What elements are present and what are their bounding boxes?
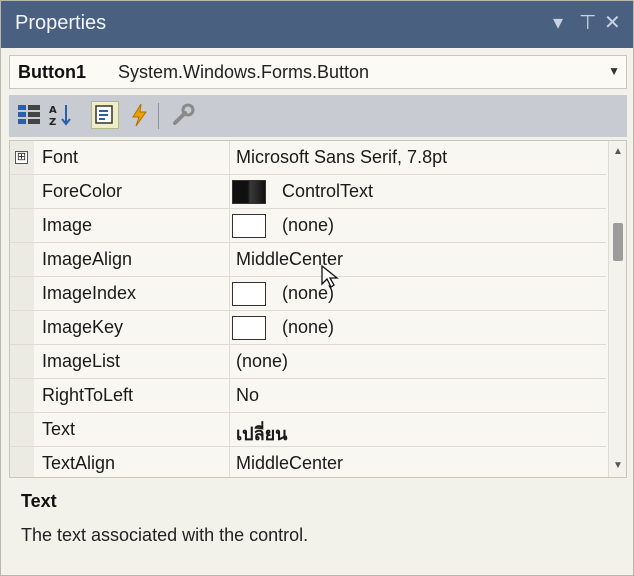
close-button[interactable]: ✕ [604, 10, 621, 35]
svg-text:Z: Z [49, 117, 56, 128]
svg-text:A: A [49, 105, 57, 116]
property-name: ImageIndex [42, 283, 137, 303]
property-grid: ⊞ Font Microsoft Sans Serif, 7.8pt ForeC… [9, 140, 627, 478]
image-preview-box [232, 214, 266, 238]
property-pages-icon[interactable] [169, 101, 197, 129]
property-row-font[interactable]: ⊞ Font Microsoft Sans Serif, 7.8pt [10, 141, 606, 175]
property-row-forecolor[interactable]: ForeColor ControlText [10, 175, 606, 209]
description-text: The text associated with the control. [21, 525, 309, 545]
toolbar-separator [158, 103, 159, 129]
property-name: ImageList [42, 351, 121, 371]
object-selector[interactable]: Button1 System.Windows.Forms.Button ▼ [9, 55, 627, 89]
panel-title: Properties [15, 12, 107, 34]
color-swatch [232, 180, 266, 204]
scroll-down-arrow-icon[interactable]: ▼ [613, 460, 623, 471]
events-icon[interactable] [125, 101, 153, 129]
property-name: TextAlign [42, 453, 116, 473]
description-pane: Text The text associated with the contro… [9, 481, 627, 571]
properties-icon[interactable] [91, 101, 119, 129]
property-row-imagelist[interactable]: ImageList (none) [10, 345, 606, 379]
property-name: Text [42, 419, 76, 439]
window-menu-button[interactable]: ▾ [553, 10, 563, 35]
property-row-image[interactable]: Image (none) [10, 209, 606, 243]
property-name: RightToLeft [42, 385, 134, 405]
scrollbar-thumb[interactable] [613, 223, 623, 261]
property-value[interactable]: (none) [236, 351, 288, 372]
mouse-pointer-icon [321, 264, 339, 288]
object-type: System.Windows.Forms.Button [118, 62, 370, 82]
property-value[interactable]: ControlText [282, 181, 373, 202]
vertical-scrollbar[interactable]: ▲ ▼ [608, 141, 626, 477]
property-value[interactable]: No [236, 385, 259, 406]
title-bar: Properties ▾ ⊤ ✕ [1, 1, 633, 48]
property-name: ImageAlign [42, 249, 133, 269]
object-name: Button1 [18, 62, 86, 82]
property-value[interactable]: (none) [282, 215, 334, 236]
image-preview-box [232, 316, 266, 340]
property-name: ImageKey [42, 317, 124, 337]
properties-toolbar: A Z [9, 95, 627, 137]
property-value[interactable]: เปลี่ยน [236, 419, 287, 448]
property-row-imagekey[interactable]: ImageKey (none) [10, 311, 606, 345]
property-value[interactable]: Microsoft Sans Serif, 7.8pt [236, 147, 447, 168]
property-row-text[interactable]: Text เปลี่ยน [10, 413, 606, 447]
property-row-righttoleft[interactable]: RightToLeft No [10, 379, 606, 413]
alphabetical-sort-icon[interactable]: A Z [47, 101, 75, 129]
description-title: Text [21, 491, 57, 511]
chevron-down-icon[interactable]: ▼ [608, 64, 620, 78]
property-name: Font [42, 147, 79, 167]
pin-button[interactable]: ⊤ [579, 10, 596, 35]
property-value[interactable]: (none) [282, 317, 334, 338]
expand-icon[interactable]: ⊞ [15, 151, 28, 164]
property-value[interactable]: MiddleCenter [236, 453, 343, 474]
property-name: Image [42, 215, 93, 235]
categorized-icon[interactable] [15, 101, 43, 129]
property-row-imagealign[interactable]: ImageAlign MiddleCenter [10, 243, 606, 277]
property-name: ForeColor [42, 181, 123, 201]
scroll-up-arrow-icon[interactable]: ▲ [613, 146, 623, 157]
image-preview-box [232, 282, 266, 306]
properties-panel: Properties ▾ ⊤ ✕ Button1 System.Windows.… [0, 0, 634, 576]
property-row-imageindex[interactable]: ImageIndex (none) [10, 277, 606, 311]
property-row-textalign[interactable]: TextAlign MiddleCenter [10, 447, 606, 477]
